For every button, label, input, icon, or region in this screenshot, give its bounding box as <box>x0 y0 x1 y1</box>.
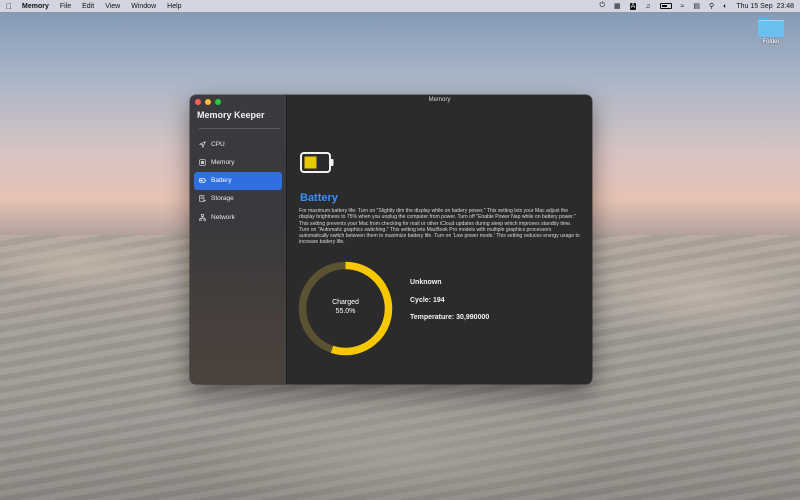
battery-status: Unknown <box>410 279 442 286</box>
battery-large-icon <box>300 152 334 173</box>
app-window: Memory Keeper CPU Memory Battery Storage… <box>190 95 592 384</box>
wifi-icon[interactable]: ≈ <box>681 3 685 10</box>
memory-chip-icon <box>199 159 206 166</box>
app-title: Memory Keeper <box>197 110 265 120</box>
apple-menu-icon[interactable]:  <box>6 2 12 11</box>
battery-icon <box>199 177 206 184</box>
window-controls <box>195 99 221 105</box>
menu-window[interactable]: Window <box>131 3 156 10</box>
main-content: Memory Battery For maximum battery life:… <box>287 95 592 384</box>
keyboard-input-icon[interactable]: ▦ <box>614 2 621 10</box>
sidebar-list: CPU Memory Battery Storage Network <box>194 135 282 226</box>
battery-stats: Unknown Cycle: 194 Temperature: 30,99000… <box>410 279 489 332</box>
sidebar-item-network[interactable]: Network <box>194 208 282 226</box>
sidebar-item-cpu[interactable]: CPU <box>194 135 282 153</box>
sidebar-item-label: Battery <box>211 177 232 185</box>
power-icon[interactable]: ⏻ <box>599 2 605 10</box>
desktop-folder[interactable]: Folder <box>757 17 785 45</box>
battery-tips-text: For maximum battery life: Turn on "Sligh… <box>299 208 580 246</box>
battery-temperature: Temperature: 30,990000 <box>410 314 490 321</box>
charge-label-group: Charged 55.0% <box>297 298 394 316</box>
minimize-button[interactable] <box>205 99 211 105</box>
page-title: Battery <box>300 192 338 204</box>
sidebar-item-memory[interactable]: Memory <box>194 153 282 171</box>
letter-a-icon[interactable]: A <box>629 2 637 10</box>
control-center-icon[interactable]: ▤ <box>693 2 700 10</box>
sidebar-divider <box>199 128 280 129</box>
menu-edit[interactable]: Edit <box>82 3 94 10</box>
control-center-toggle-icon[interactable]: ◐ <box>723 3 727 10</box>
window-title: Memory <box>428 97 451 103</box>
sidebar-item-label: Storage <box>211 195 234 203</box>
menubar-clock[interactable]: Thu 15 Sep 23:48 <box>736 3 794 10</box>
search-icon[interactable]: ⚲ <box>709 2 714 10</box>
sidebar-item-label: Network <box>211 213 235 221</box>
menu-view[interactable]: View <box>105 3 120 10</box>
battery-cycle-count: Cycle: 194 <box>410 296 445 304</box>
sidebar-item-label: Memory <box>211 158 235 166</box>
charge-label: Charged <box>332 299 359 306</box>
location-arrow-icon <box>199 140 206 148</box>
sidebar-item-battery[interactable]: Battery <box>194 171 282 190</box>
zoom-button[interactable] <box>215 99 221 105</box>
menu-help[interactable]: Help <box>167 3 181 10</box>
folder-icon <box>758 17 784 37</box>
network-icon <box>199 213 206 221</box>
close-button[interactable] <box>195 99 201 105</box>
folder-label: Folder <box>762 39 780 45</box>
charge-percent: 55.0% <box>335 308 356 315</box>
sidebar-item-label: CPU <box>211 140 225 148</box>
menu-app-name[interactable]: Memory <box>22 3 49 10</box>
storage-icon <box>199 195 206 203</box>
battery-icon[interactable] <box>659 3 672 9</box>
sidebar: Memory Keeper CPU Memory Battery Storage… <box>190 95 287 384</box>
menu-bar:  Memory File Edit View Window Help ⏻ ▦ … <box>0 0 800 12</box>
menu-file[interactable]: File <box>60 3 71 10</box>
sound-icon[interactable]: ♫ <box>645 3 650 10</box>
sidebar-item-storage[interactable]: Storage <box>194 190 282 208</box>
